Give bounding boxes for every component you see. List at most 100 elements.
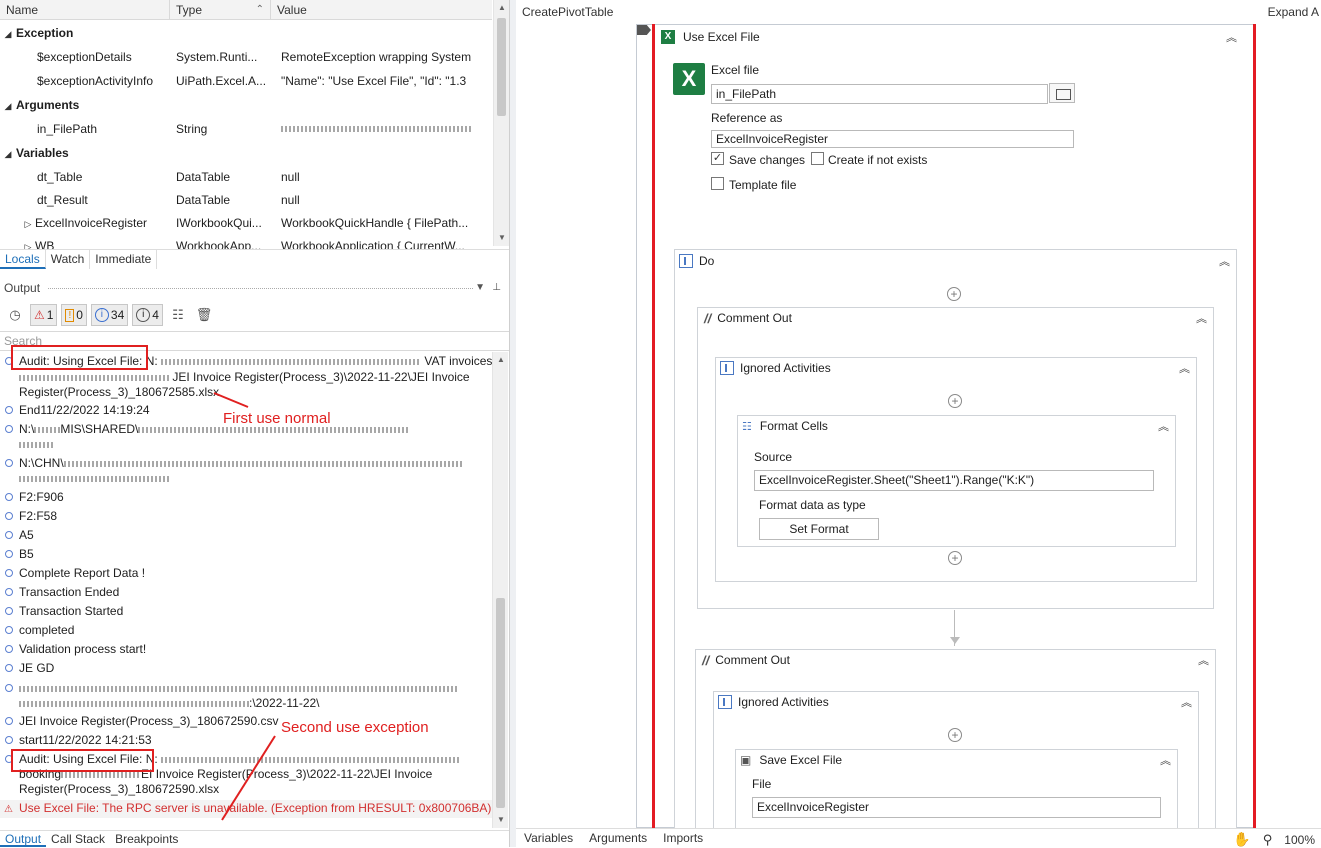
collapse-icon[interactable]: ︽ (1158, 418, 1169, 434)
do-sequence[interactable]: Do ︽ + // Comment Out ︽ Ignored Activiti… (674, 249, 1237, 828)
comment-out-label: Comment Out (717, 311, 792, 325)
tab-breakpoints[interactable]: Breakpoints (110, 831, 183, 847)
list-item[interactable]: Complete Report Data ! (0, 566, 493, 584)
tab-variables[interactable]: Variables (516, 831, 581, 845)
filter-info-button[interactable]: i 34 (90, 304, 129, 326)
tab-call-stack[interactable]: Call Stack (46, 831, 110, 847)
table-row[interactable]: dt_Table DataTable null (0, 165, 492, 188)
browse-folder-button[interactable] (1049, 83, 1075, 103)
info-bullet-icon (5, 569, 13, 577)
list-item[interactable]: F2:F58 (0, 509, 493, 527)
table-row[interactable]: ▷ ExcelInvoiceRegister IWorkbookQui... Wo… (0, 211, 492, 234)
excel-icon: X (673, 63, 705, 95)
excel-file-input[interactable]: in_FilePath (711, 84, 1048, 104)
list-item[interactable]: Transaction Ended (0, 585, 493, 603)
error-highlight-right (1253, 24, 1256, 828)
add-activity-icon[interactable]: + (948, 394, 962, 408)
tab-watch[interactable]: Watch (46, 250, 91, 269)
hand-pan-icon[interactable]: ✋ (1233, 831, 1250, 848)
tab-immediate[interactable]: Immediate (90, 250, 158, 269)
table-row[interactable]: $exceptionActivityInfo UiPath.Excel.A...… (0, 69, 492, 92)
trash-icon[interactable]: 🗑 (193, 304, 215, 326)
expanded-triangle-icon[interactable]: ◢ (0, 101, 16, 112)
add-activity-icon[interactable]: + (948, 728, 962, 742)
filter-errors-button[interactable]: ⚠ 1 (30, 304, 58, 326)
collapse-icon[interactable]: ︽ (1160, 752, 1171, 768)
collapsed-triangle-icon[interactable]: ▷ (21, 219, 35, 230)
set-format-button[interactable]: Set Format (759, 518, 879, 540)
save-excel-file-activity[interactable]: ▣ Save Excel File ︽ File ExcelInvoiceReg… (735, 749, 1178, 828)
group-row-variables[interactable]: ◢ Variables (0, 141, 492, 164)
collapse-icon[interactable]: ︽ (1198, 652, 1209, 668)
tab-locals[interactable]: Locals (0, 250, 46, 269)
column-header-type[interactable]: Type ⌃ (170, 0, 271, 20)
reference-input[interactable]: ExcelInvoiceRegister (711, 130, 1074, 148)
table-row[interactable]: in_FilePath String (0, 117, 492, 140)
save-changes-checkbox[interactable]: ✓ (711, 152, 724, 165)
error-log-item[interactable]: ⚠ Use Excel File: The RPC server is unav… (0, 800, 493, 818)
comment-out-activity[interactable]: // Comment Out ︽ Ignored Activities ︽ + (697, 307, 1214, 609)
scroll-up-icon[interactable]: ▲ (494, 0, 509, 16)
collapse-icon[interactable]: ︽ (1219, 253, 1230, 269)
list-item[interactable]: B5 (0, 547, 493, 565)
add-activity-icon[interactable]: + (948, 551, 962, 565)
scroll-up-icon[interactable]: ▲ (493, 352, 509, 368)
clock-icon[interactable]: ◷ (4, 304, 26, 326)
expanded-triangle-icon[interactable]: ◢ (0, 149, 16, 160)
ignored-activities-sequence[interactable]: Ignored Activities ︽ + ▣ Save Excel File… (713, 691, 1199, 828)
list-item[interactable]: :\2022-11-22\ (0, 681, 493, 713)
filter-warnings-button[interactable]: ! 0 (61, 304, 87, 326)
use-excel-file-activity[interactable]: X Use Excel File ︽ X Excel file in_FileP… (636, 24, 1254, 828)
comment-out-label: Comment Out (715, 653, 790, 667)
column-header-name[interactable]: Name (0, 0, 170, 20)
scroll-thumb[interactable] (496, 598, 505, 808)
sequence-icon (718, 695, 732, 709)
list-item[interactable]: Validation process start! (0, 642, 493, 660)
scroll-down-icon[interactable]: ▼ (494, 230, 509, 246)
column-header-value[interactable]: Value (271, 0, 492, 20)
table-row[interactable]: ▷ WB WorkbookApp... WorkbookApplication {… (0, 234, 492, 251)
list-item[interactable]: A5 (0, 528, 493, 546)
list-item[interactable]: F2:F906 (0, 490, 493, 508)
zoom-search-icon[interactable]: ⚲ (1263, 832, 1273, 848)
list-item[interactable]: Transaction Started (0, 604, 493, 622)
locals-scrollbar[interactable]: ▲ ▼ (493, 0, 509, 246)
file-input[interactable]: ExcelInvoiceRegister (752, 797, 1161, 818)
output-scrollbar[interactable]: ▲ ▼ (492, 352, 508, 828)
dropdown-icon[interactable]: ▼ (475, 278, 485, 298)
collapse-icon[interactable]: ︽ (1226, 29, 1237, 45)
expand-all-link[interactable]: Expand A (1268, 5, 1319, 19)
format-cells-activity[interactable]: ☷ Format Cells ︽ Source ExcelInvoiceRegi… (737, 415, 1176, 547)
comment-out-activity[interactable]: // Comment Out ︽ Ignored Activities ︽ + (695, 649, 1216, 828)
breadcrumb[interactable]: CreatePivotTable (522, 5, 613, 19)
tab-imports[interactable]: Imports (655, 831, 711, 845)
tab-output[interactable]: Output (0, 831, 47, 847)
annotation-second-use: Second use exception (281, 719, 429, 736)
list-item[interactable]: completed (0, 623, 493, 641)
ignored-activities-sequence[interactable]: Ignored Activities ︽ + ☷ Format Cells ︽ … (715, 357, 1197, 582)
pin-icon[interactable]: ⊥ (492, 278, 501, 298)
add-activity-icon[interactable]: + (947, 287, 961, 301)
collapse-icon[interactable]: ︽ (1181, 694, 1192, 710)
tab-arguments[interactable]: Arguments (581, 831, 655, 845)
group-row-exception[interactable]: ◢ Exception (0, 21, 492, 44)
list-item[interactable]: N:\CHN\ (0, 456, 493, 488)
source-input[interactable]: ExcelInvoiceRegister.Sheet("Sheet1").Ran… (754, 470, 1154, 491)
zoom-level[interactable]: 100% (1284, 833, 1315, 847)
create-if-not-exists-checkbox[interactable] (811, 152, 824, 165)
table-row[interactable]: $exceptionDetails System.Runti... Remote… (0, 45, 492, 68)
template-file-checkbox[interactable] (711, 177, 724, 190)
collapse-icon[interactable]: ︽ (1179, 360, 1190, 376)
filter-trace-button[interactable]: i4 (132, 304, 163, 326)
list-item[interactable]: JE GD (0, 661, 493, 679)
collapse-icon[interactable]: ︽ (1196, 310, 1207, 326)
var-name: in_FilePath (37, 121, 98, 136)
info-bullet-icon (5, 664, 13, 672)
var-name: dt_Result (37, 192, 88, 207)
list-view-icon[interactable]: ☷ (167, 304, 189, 326)
table-row[interactable]: dt_Result DataTable null (0, 188, 492, 211)
expanded-triangle-icon[interactable]: ◢ (0, 29, 16, 40)
group-row-arguments[interactable]: ◢ Arguments (0, 93, 492, 116)
scroll-down-icon[interactable]: ▼ (493, 812, 509, 828)
scroll-thumb[interactable] (497, 18, 506, 116)
